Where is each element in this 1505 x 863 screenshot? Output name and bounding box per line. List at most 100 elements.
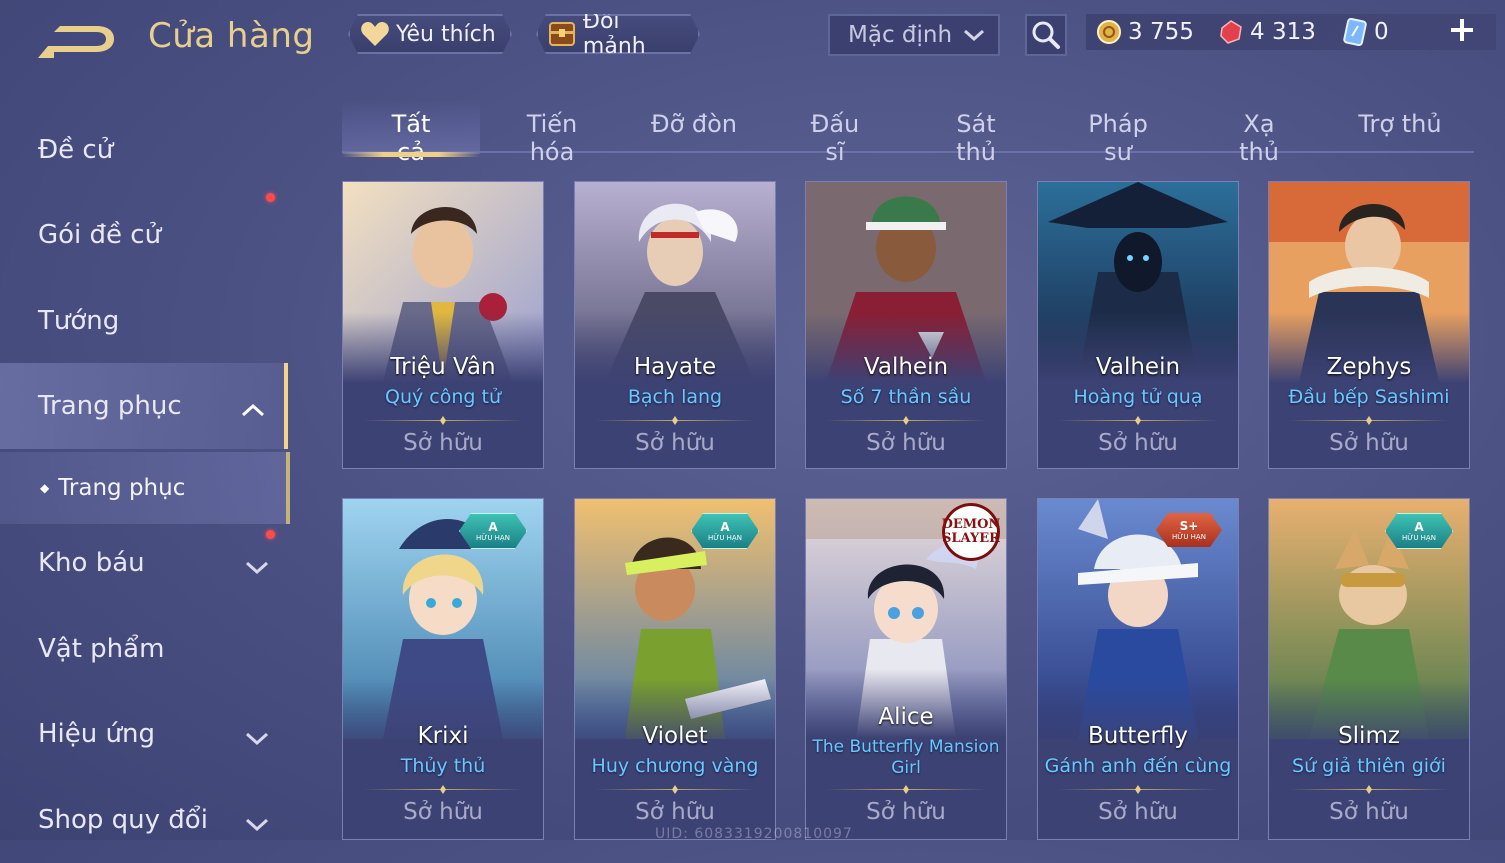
tab-assassin[interactable]: Sát thủ xyxy=(936,110,1016,166)
top-bar: Cửa hàng Yêu thích Đổi mảnh Mặc định 3 7… xyxy=(0,0,1505,80)
divider xyxy=(1289,420,1449,421)
owned-status: Sở hữu xyxy=(1329,799,1409,825)
add-currency-button[interactable] xyxy=(1448,16,1476,48)
sidebar-item-bundles[interactable]: Gói đề cử xyxy=(0,192,288,278)
skin-card[interactable]: S+ HỮU HẠN Butterfly Gánh anh đến cùng S… xyxy=(1037,498,1239,840)
red-gem-icon xyxy=(1218,19,1244,45)
tab-evolution[interactable]: Tiến hóa xyxy=(502,110,602,166)
hero-name: Zephys xyxy=(1326,354,1412,380)
divider xyxy=(595,789,755,790)
sidebar-item-effects[interactable]: Hiệu ứng xyxy=(0,691,288,777)
tab-support[interactable]: Trợ thủ xyxy=(1358,110,1442,154)
skin-name: Bạch lang xyxy=(627,386,723,408)
chevron-up-icon xyxy=(240,396,266,426)
favorites-button[interactable]: Yêu thích xyxy=(348,14,512,54)
divider xyxy=(1289,789,1449,790)
skin-name-line-2: Girl xyxy=(891,758,921,778)
heart-icon xyxy=(358,19,392,49)
owned-status: Sở hữu xyxy=(635,799,715,825)
tab-all[interactable]: Tất cả xyxy=(342,110,480,166)
page-title: Cửa hàng xyxy=(148,16,315,56)
skin-name: Gánh anh đến cùng xyxy=(1044,755,1232,777)
skin-grid: Triệu Vân Quý công tử Sở hữu Hayate Bạch… xyxy=(342,181,1474,840)
owned-status: Sở hữu xyxy=(635,430,715,456)
skin-card[interactable]: DEMON SLAYER Alice The Butterfly Mansion… xyxy=(805,498,1007,840)
divider xyxy=(363,420,523,421)
exchange-label: Đổi mảnh xyxy=(582,9,646,59)
limited-badge: A HỮU HẠN xyxy=(1385,513,1453,549)
sidebar-item-treasure[interactable]: Kho báu xyxy=(0,520,288,606)
hero-name: Slimz xyxy=(1338,723,1400,749)
skin-card[interactable]: Valhein Số 7 thần sầu Sở hữu xyxy=(805,181,1007,469)
sidebar-item-items[interactable]: Vật phẩm xyxy=(0,606,288,692)
chevron-down-icon xyxy=(962,25,986,51)
sort-value: Mặc định xyxy=(848,22,953,48)
back-button[interactable] xyxy=(34,18,120,64)
chevron-down-icon xyxy=(244,810,270,840)
sidebar-item-heroes[interactable]: Tướng xyxy=(0,278,288,364)
skin-card[interactable]: A HỮU HẠN Krixi Thủy thủ Sở hữu xyxy=(342,498,544,840)
hero-name: Valhein xyxy=(863,354,949,380)
skin-name: Số 7 thần sầu xyxy=(840,386,972,408)
skin-name: Hoàng tử quạ xyxy=(1073,386,1203,408)
skin-name: Sứ giả thiên giới xyxy=(1292,755,1446,777)
skin-card[interactable]: A HỮU HẠN Violet Huy chương vàng Sở hữu xyxy=(574,498,776,840)
skin-name-line-1: The Butterfly Mansion xyxy=(812,737,1000,757)
role-tabs: Tất cả Tiến hóa Đỡ đòn Đấu sĩ Sát thủ Ph… xyxy=(342,100,1474,166)
hero-name: Hayate xyxy=(633,354,717,380)
skin-card[interactable]: Triệu Vân Quý công tử Sở hữu xyxy=(342,181,544,469)
skin-card[interactable]: Zephys Đầu bếp Sashimi Sở hữu xyxy=(1268,181,1470,469)
skin-card[interactable]: Hayate Bạch lang Sở hữu xyxy=(574,181,776,469)
voucher-ticket-icon xyxy=(1342,18,1368,46)
limited-badge: S+ HỮU HẠN xyxy=(1156,513,1222,547)
tab-warrior[interactable]: Đấu sĩ xyxy=(798,110,872,166)
divider xyxy=(826,420,986,421)
treasure-chest-icon xyxy=(546,19,579,49)
divider xyxy=(595,420,755,421)
divider xyxy=(1058,420,1218,421)
sidebar-subitem-skins[interactable]: ◆ Trang phục xyxy=(0,452,290,524)
divider xyxy=(826,789,986,790)
plus-icon xyxy=(1451,19,1473,41)
sidebar: Đề cử Gói đề cử Tướng Trang phục ◆ Trang… xyxy=(0,100,292,840)
owned-status: Sở hữu xyxy=(866,430,946,456)
sidebar-item-exchange-shop[interactable]: Shop quy đổi xyxy=(0,777,288,863)
skin-card[interactable]: A HỮU HẠN Slimz Sứ giả thiên giới Sở hữu xyxy=(1268,498,1470,840)
gold-coin-icon xyxy=(1096,19,1122,45)
owned-status: Sở hữu xyxy=(403,799,483,825)
skin-name: Thủy thủ xyxy=(400,755,486,777)
owned-status: Sở hữu xyxy=(1329,430,1409,456)
tab-mage[interactable]: Pháp sư xyxy=(1072,110,1164,166)
hero-name: Butterfly xyxy=(1087,723,1189,749)
skin-name: Đầu bếp Sashimi xyxy=(1288,386,1450,408)
gold-balance: 3 755 xyxy=(1096,14,1194,50)
search-icon xyxy=(1032,21,1060,49)
skin-name: Huy chương vàng xyxy=(591,755,759,777)
demon-slayer-collab-logo: DEMON SLAYER xyxy=(942,503,1000,561)
favorites-label: Yêu thích xyxy=(396,21,496,47)
sidebar-item-recommended[interactable]: Đề cử xyxy=(0,107,288,193)
notification-dot xyxy=(266,193,275,202)
owned-status: Sở hữu xyxy=(1098,799,1178,825)
hero-name: Triệu Vân xyxy=(390,354,496,380)
tab-tank[interactable]: Đỡ đòn xyxy=(648,110,740,154)
skin-name: Quý công tử xyxy=(385,386,501,408)
voucher-balance: 0 xyxy=(1342,14,1389,50)
hero-name: Valhein xyxy=(1095,354,1181,380)
chevron-down-icon xyxy=(244,553,270,583)
skin-card[interactable]: Valhein Hoàng tử quạ Sở hữu xyxy=(1037,181,1239,469)
hero-name: Krixi xyxy=(417,723,469,749)
notification-dot xyxy=(266,530,275,539)
sidebar-item-skins[interactable]: Trang phục xyxy=(0,363,288,449)
exchange-fragments-button[interactable]: Đổi mảnh xyxy=(536,14,700,54)
currency-bar: 3 755 4 313 0 xyxy=(1086,14,1496,50)
search-button[interactable] xyxy=(1025,14,1067,56)
back-arrow-icon xyxy=(38,26,114,58)
hero-name: Alice xyxy=(878,704,934,730)
tab-marksman[interactable]: Xạ thủ xyxy=(1222,110,1296,166)
owned-status: Sở hữu xyxy=(866,799,946,825)
quan-huy-balance: 4 313 xyxy=(1218,14,1316,50)
owned-status: Sở hữu xyxy=(403,430,483,456)
limited-badge: A HỮU HẠN xyxy=(459,513,527,549)
sort-dropdown[interactable]: Mặc định xyxy=(828,14,1000,56)
